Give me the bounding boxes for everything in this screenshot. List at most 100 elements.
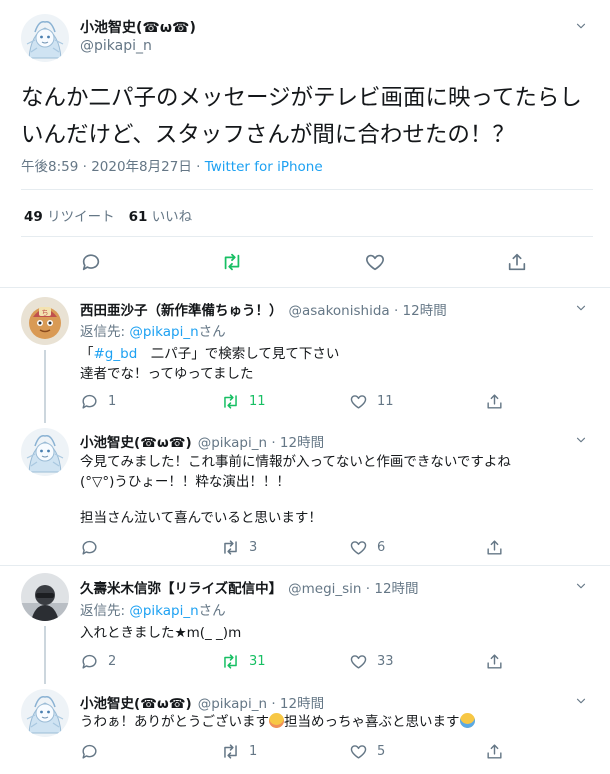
chevron-down-icon[interactable] bbox=[574, 300, 588, 314]
chevron-down-icon[interactable] bbox=[574, 18, 588, 32]
reply-button[interactable]: 2 bbox=[80, 652, 116, 671]
reply-to-prefix: 返信先: bbox=[80, 324, 130, 340]
share-button[interactable] bbox=[485, 742, 504, 761]
retweets-stat[interactable]: 49 リツイート bbox=[24, 209, 115, 225]
reply-text-line: 担当さん泣いて喜んでいると思います！ bbox=[80, 510, 322, 526]
retweet-button[interactable]: 31 bbox=[221, 652, 266, 671]
retweets-label: リツイート bbox=[47, 209, 115, 225]
reply-actions: 3 6 bbox=[0, 538, 610, 560]
like-button[interactable]: 33 bbox=[349, 652, 394, 671]
share-button[interactable] bbox=[485, 652, 504, 671]
like-icon bbox=[349, 538, 368, 557]
author-handle[interactable]: @asakonishida bbox=[289, 303, 390, 319]
retweet-count: 3 bbox=[249, 540, 258, 555]
share-icon bbox=[506, 251, 528, 273]
smiling-face-emoji bbox=[269, 713, 284, 728]
tweet-timestamp: 午後8:59 · 2020年8月27日 · Twitter for iPhone bbox=[21, 155, 323, 175]
avatar[interactable]: ち bbox=[21, 297, 69, 345]
reply-text-line: 入れときました★m(_ _)m bbox=[80, 625, 242, 641]
crying-face-emoji bbox=[459, 713, 475, 728]
reply-text-part: 担当めっちゃ喜ぶと思います bbox=[284, 714, 460, 730]
like-button[interactable]: 5 bbox=[349, 742, 385, 761]
reply-button[interactable] bbox=[80, 742, 99, 761]
retweet-icon bbox=[221, 652, 240, 671]
divider bbox=[21, 236, 593, 237]
like-button[interactable] bbox=[364, 251, 386, 273]
avatar[interactable] bbox=[21, 689, 69, 737]
reply-tweet[interactable]: 小池智史(☎ω☎) @pikapi_n · 12時間 今見てみました！これ事前に情… bbox=[0, 423, 610, 565]
retweet-count: 11 bbox=[249, 394, 266, 409]
svg-text:ち: ち bbox=[42, 309, 49, 317]
reply-count: 2 bbox=[108, 654, 117, 669]
likes-label: いいね bbox=[151, 209, 193, 225]
likes-stat[interactable]: 61 いいね bbox=[129, 209, 193, 225]
chevron-down-icon[interactable] bbox=[574, 693, 588, 707]
like-button[interactable]: 11 bbox=[349, 392, 394, 411]
reply-text-part: うわぁ！ありがとうございます bbox=[80, 714, 269, 730]
reply-header: 久壽米木信弥【リライズ配信中】 @megi_sin · 12時間 bbox=[80, 577, 419, 597]
chevron-down-icon[interactable] bbox=[574, 578, 588, 592]
reply-time[interactable]: · 12時間 bbox=[271, 435, 324, 451]
reply-count: 1 bbox=[108, 394, 117, 409]
tweet-time[interactable]: 午後8:59 · 2020年8月27日 · bbox=[21, 159, 205, 175]
reply-actions: 1 11 11 bbox=[0, 392, 610, 414]
tweet-source[interactable]: Twitter for iPhone bbox=[205, 159, 323, 175]
reply-text: 入れときました★m(_ _)m bbox=[80, 623, 580, 643]
author-handle[interactable]: @megi_sin bbox=[288, 581, 361, 597]
reply-button[interactable]: 1 bbox=[80, 392, 116, 411]
share-button[interactable] bbox=[485, 538, 504, 557]
avatar[interactable] bbox=[21, 14, 69, 62]
author-name[interactable]: 小池智史(☎ω☎) bbox=[80, 17, 196, 37]
like-count: 5 bbox=[377, 744, 386, 759]
reply-time[interactable]: · 12時間 bbox=[366, 581, 419, 597]
reply-to-suffix: さん bbox=[198, 603, 226, 619]
reply-time[interactable]: · 12時間 bbox=[271, 696, 324, 712]
avatar[interactable] bbox=[21, 428, 69, 476]
retweet-button[interactable]: 11 bbox=[221, 392, 266, 411]
reply-text: 「#g_bd 二パ子」で検索して見て下さい 達者でな！ってゆってました bbox=[80, 344, 580, 384]
author-handle[interactable]: @pikapi_n bbox=[198, 696, 267, 712]
retweet-count: 1 bbox=[249, 744, 258, 759]
like-count: 33 bbox=[377, 654, 394, 669]
reply-tweet[interactable]: 久壽米木信弥【リライズ配信中】 @megi_sin · 12時間 返信先: @pi… bbox=[0, 566, 610, 684]
author-handle[interactable]: @pikapi_n bbox=[80, 38, 152, 54]
avatar[interactable] bbox=[21, 573, 69, 621]
reply-tweet[interactable]: ち 西田亜沙子（新作準備ちゅう！） @asakonishida · 12時間 返信… bbox=[0, 288, 610, 423]
author-name[interactable]: 久壽米木信弥【リライズ配信中】 bbox=[80, 581, 282, 597]
share-icon bbox=[485, 742, 504, 761]
reply-to-link[interactable]: @pikapi_n bbox=[129, 324, 198, 340]
reply-text-line: 今見てみました！これ事前に情報が入ってないと作画できないですよね bbox=[80, 454, 511, 470]
like-button[interactable]: 6 bbox=[349, 538, 385, 557]
reply-button[interactable] bbox=[80, 538, 99, 557]
retweet-button[interactable] bbox=[221, 251, 243, 273]
reply-button[interactable] bbox=[80, 251, 102, 273]
share-button[interactable] bbox=[506, 251, 528, 273]
reply-header: 小池智史(☎ω☎) @pikapi_n · 12時間 bbox=[80, 692, 324, 712]
likes-count: 61 bbox=[128, 209, 148, 225]
main-tweet: 小池智史(☎ω☎) @pikapi_n なんか二パ子のメッセージがテレビ画面に映… bbox=[0, 0, 610, 287]
reply-tweet[interactable]: 小池智史(☎ω☎) @pikapi_n · 12時間 うわぁ！ありがとうございます… bbox=[0, 684, 610, 774]
reply-header: 西田亜沙子（新作準備ちゅう！） @asakonishida · 12時間 bbox=[80, 299, 447, 319]
reply-to-link[interactable]: @pikapi_n bbox=[129, 603, 198, 619]
divider bbox=[21, 189, 593, 190]
author-name[interactable]: 小池智史(☎ω☎) bbox=[80, 696, 192, 712]
reply-text-part: 「 bbox=[80, 346, 94, 362]
reply-text: 今見てみました！これ事前に情報が入ってないと作画できないですよね (°▽°)うひ… bbox=[80, 452, 580, 528]
reply-icon bbox=[80, 538, 99, 557]
author-handle[interactable]: @pikapi_n bbox=[198, 435, 267, 451]
like-count: 11 bbox=[377, 394, 394, 409]
retweet-count: 31 bbox=[249, 654, 266, 669]
chevron-down-icon[interactable] bbox=[574, 432, 588, 446]
hashtag-link[interactable]: #g_bd bbox=[94, 346, 138, 362]
reply-text: うわぁ！ありがとうございます 担当めっちゃ喜ぶと思います bbox=[80, 712, 580, 732]
retweets-count: 49 bbox=[24, 209, 43, 225]
reply-text-line: (°▽°)うひょー！！粋な演出！！！ bbox=[80, 474, 290, 490]
retweet-button[interactable]: 1 bbox=[221, 742, 257, 761]
author-name[interactable]: 西田亜沙子（新作準備ちゅう！） bbox=[80, 303, 283, 319]
reply-icon bbox=[80, 742, 99, 761]
reply-time[interactable]: · 12時間 bbox=[394, 303, 447, 319]
share-button[interactable] bbox=[485, 392, 504, 411]
share-icon bbox=[485, 538, 504, 557]
author-name[interactable]: 小池智史(☎ω☎) bbox=[80, 435, 192, 451]
retweet-button[interactable]: 3 bbox=[221, 538, 257, 557]
